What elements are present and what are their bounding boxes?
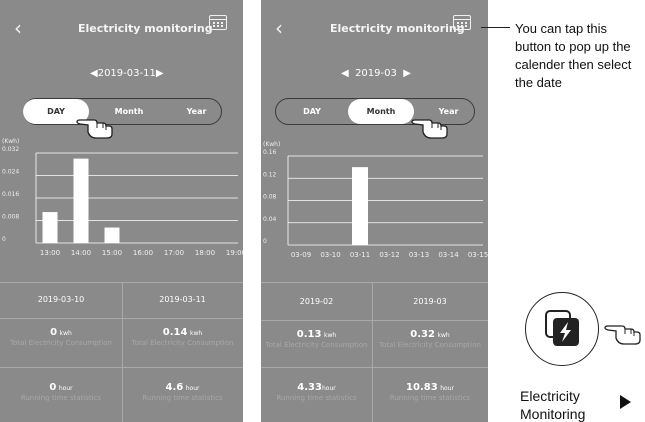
electricity-monitoring-label: Electricity Monitoring: [520, 388, 586, 422]
x-tick-label: 14:00: [71, 249, 91, 257]
header: ‹ Electricity monitoring: [0, 0, 243, 58]
table-header-prev: 2019-02: [299, 297, 334, 306]
period-switch: DAY Month Year: [23, 98, 222, 125]
tab-day[interactable]: DAY: [282, 99, 342, 124]
x-tick-label: 03-13: [409, 251, 429, 259]
runtime-cell: 10.83 hour Running time statistics: [389, 382, 471, 402]
y-tick-label: 0.16: [263, 149, 277, 156]
x-tick-label: 19:00: [226, 249, 243, 257]
y-tick-label: 0.008: [2, 214, 19, 221]
y-tick-label: 0.12: [263, 171, 277, 178]
hand-pointer-icon: [411, 119, 448, 139]
callout-leader-line: [481, 27, 510, 28]
header: ‹ Electricity monitoring: [261, 0, 488, 58]
x-tick-label: 17:00: [164, 249, 184, 257]
hand-pointer-icon: [76, 119, 113, 139]
y-tick-label: 0.08: [263, 194, 277, 201]
x-tick-label: 03-15: [468, 251, 488, 259]
bar: [104, 227, 120, 243]
day-bar-chart: 0 0.008 0.016 0.024 0.032 13:00 14:00 15:00 16:0…: [2, 146, 243, 257]
table-header-current: 2019-03-11: [159, 295, 206, 304]
current-date: 2019-03-11: [97, 68, 156, 79]
calendar-callout: You can tap this button to pop up the ca…: [515, 21, 632, 90]
x-tick-label: 03-09: [291, 251, 311, 259]
play-arrow-icon: [620, 395, 631, 409]
x-tick-label: 15:00: [102, 249, 122, 257]
runtime-cell: 0 hour Running time statistics: [20, 382, 102, 402]
consumption-cell: 0.13 kwh Total Electricity Consumption: [265, 329, 368, 349]
prev-date-icon[interactable]: ◀: [90, 68, 98, 79]
day-screen: ‹ Electricity monitoring ◀2019-03-11▶ DA…: [0, 0, 243, 422]
month-screen: ‹ Electricity monitoring ◀ 2019-03 ▶ DAY…: [261, 0, 488, 422]
back-icon[interactable]: ‹: [14, 16, 22, 40]
summary-table: 2019-03-10 2019-03-11 0 kwh Total Electr…: [0, 282, 243, 422]
x-tick-label: 03-11: [350, 251, 370, 259]
runtime-cell: 4.6 hour Running time statistics: [142, 382, 223, 402]
date-selector[interactable]: ◀2019-03-11▶: [90, 68, 164, 79]
x-tick-label: 03-14: [438, 251, 459, 259]
date-selector[interactable]: ◀ 2019-03 ▶: [341, 68, 411, 79]
bar: [352, 167, 368, 245]
bar: [42, 212, 58, 243]
x-tick-label: 03-10: [320, 251, 340, 259]
bar: [73, 158, 89, 243]
chart-unit: (Kwh): [263, 141, 281, 148]
prev-date-icon[interactable]: ◀: [341, 68, 349, 79]
y-tick-label: 0.032: [2, 146, 19, 153]
summary-table: 2019-02 2019-03 0.13 kwh Total Electrici…: [261, 282, 488, 422]
calendar-icon[interactable]: [453, 15, 471, 30]
consumption-cell: 0.32 kwh Total Electricity Consumption: [379, 329, 481, 349]
next-date-icon[interactable]: ▶: [156, 68, 164, 79]
x-tick-label: 16:00: [133, 249, 153, 257]
page-title: Electricity monitoring: [330, 22, 465, 35]
month-bar-chart: 0 0.04 0.08 0.12 0.16 03-09 03-10 03-11 03-12 03-…: [263, 149, 488, 259]
runtime-cell: 4.33hour Running time statistics: [276, 382, 357, 402]
tab-year[interactable]: Year: [169, 99, 224, 124]
electricity-monitoring-button[interactable]: [525, 292, 599, 366]
page-title: Electricity monitoring: [78, 22, 213, 35]
current-date: 2019-03: [355, 68, 397, 79]
calendar-icon[interactable]: [209, 15, 227, 30]
y-tick-label: 0.04: [263, 216, 277, 223]
x-tick-label: 13:00: [40, 249, 60, 257]
back-icon[interactable]: ‹: [275, 16, 283, 40]
consumption-cell: 0 kwh Total Electricity Consumption: [10, 327, 112, 347]
y-tick-label: 0: [2, 236, 6, 243]
chart-unit: (Kwh): [2, 138, 20, 145]
y-tick-label: 0.024: [2, 169, 19, 176]
y-tick-label: 0: [263, 238, 267, 245]
tab-month[interactable]: Month: [348, 99, 414, 124]
electricity-monitoring-icon: [545, 310, 579, 346]
consumption-cell: 0.14 kwh Total Electricity Consumption: [131, 327, 234, 347]
table-header-current: 2019-03: [413, 297, 447, 306]
next-date-icon[interactable]: ▶: [403, 68, 411, 79]
y-tick-label: 0.016: [2, 191, 19, 198]
hand-pointer-icon: [604, 325, 641, 345]
x-tick-label: 18:00: [195, 249, 215, 257]
x-tick-label: 03-12: [379, 251, 399, 259]
table-header-prev: 2019-03-10: [37, 295, 85, 304]
